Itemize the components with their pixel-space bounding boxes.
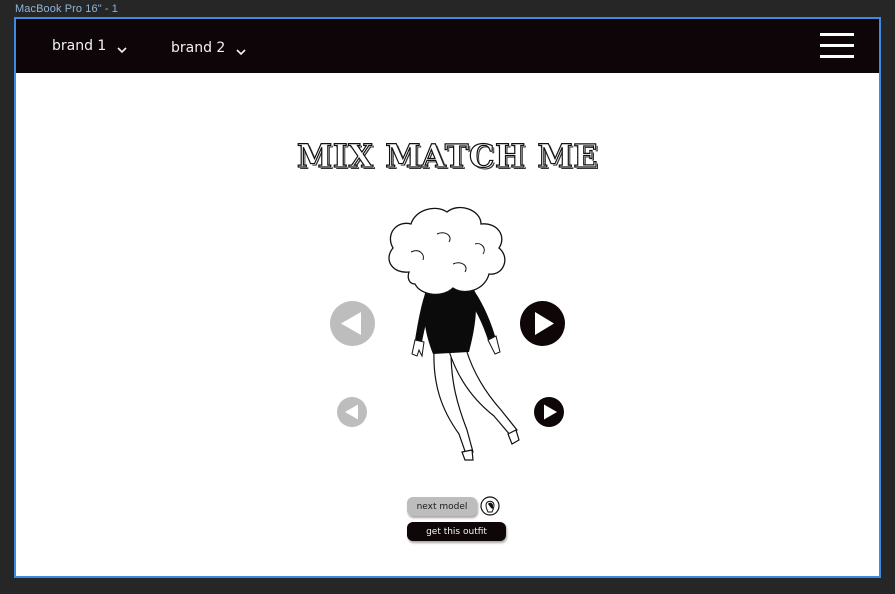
hamburger-menu-icon[interactable] bbox=[820, 33, 854, 59]
top-prev-button[interactable] bbox=[330, 301, 375, 346]
model-drawing bbox=[388, 207, 520, 461]
brand-1-label: brand 1 bbox=[52, 38, 107, 54]
get-outfit-label: get this outfit bbox=[426, 526, 487, 537]
artboard-label: MacBook Pro 16" - 1 bbox=[15, 3, 119, 15]
next-model-button[interactable]: next model bbox=[407, 497, 477, 516]
play-left-icon bbox=[337, 397, 367, 427]
play-right-icon bbox=[520, 301, 565, 346]
play-left-icon bbox=[330, 301, 375, 346]
bottom-next-button[interactable] bbox=[534, 397, 564, 427]
brand-2-dropdown[interactable]: brand 2 bbox=[171, 21, 246, 75]
chevron-down-icon bbox=[236, 44, 246, 56]
brand-1-dropdown[interactable]: brand 1 bbox=[52, 19, 127, 73]
brand-2-label: brand 2 bbox=[171, 40, 226, 56]
model-avatar-icon[interactable] bbox=[480, 496, 500, 516]
play-right-icon bbox=[534, 397, 564, 427]
top-navbar: brand 1 brand 2 bbox=[16, 19, 879, 73]
app-canvas: brand 1 brand 2 MIX MATCH ME next model … bbox=[14, 17, 881, 578]
chevron-down-icon bbox=[117, 42, 127, 54]
next-model-label: next model bbox=[416, 501, 468, 512]
page-title: MIX MATCH ME bbox=[296, 136, 599, 175]
model-illustration bbox=[349, 204, 529, 466]
get-outfit-button[interactable]: get this outfit bbox=[407, 522, 506, 541]
bottom-prev-button[interactable] bbox=[337, 397, 367, 427]
top-next-button[interactable] bbox=[520, 301, 565, 346]
